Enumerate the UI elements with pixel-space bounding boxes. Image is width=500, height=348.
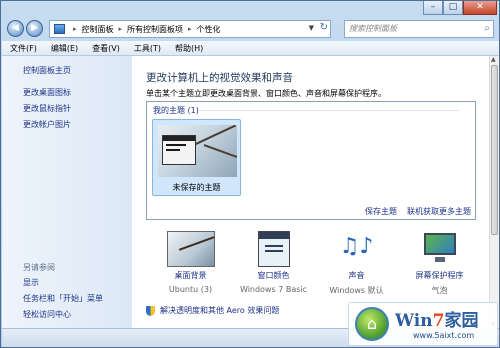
theme-settings-row: 桌面背景 Ubuntu (3) 窗口颜色 Windows 7 Basic ♫♪ … (148, 231, 478, 301)
see-also-heading: 另请参阅 (23, 263, 55, 272)
sidebar-link-account-picture[interactable]: 更改帐户图片 (23, 119, 71, 130)
scroll-up-icon[interactable]: ▲ (491, 56, 496, 63)
forward-button[interactable]: ▶ (26, 20, 43, 37)
theme-list: 我的主题 (1) 未保存的主题 保存主题 联机获取更多主题 (146, 101, 476, 220)
desktop-background-title[interactable]: 桌面背景 (148, 270, 233, 281)
get-more-themes-link[interactable]: 联机获取更多主题 (407, 206, 471, 217)
address-dropdown-icon[interactable]: ▼ (309, 24, 314, 32)
sounds-title[interactable]: 声音 (314, 270, 399, 281)
close-button[interactable]: ✕ (463, 1, 497, 15)
menu-bar: 文件(F) 编辑(E) 查看(V) 工具(T) 帮助(H) (2, 41, 499, 56)
sounds-icon: ♫♪ (339, 234, 374, 259)
menu-file[interactable]: 文件(F) (2, 41, 43, 55)
aero-troubleshoot[interactable]: 解决透明度和其他 Aero 效果问题 (146, 305, 279, 316)
menu-help[interactable]: 帮助(H) (167, 41, 209, 55)
theme-item-label: 未保存的主题 (172, 183, 221, 192)
window-color-icon (257, 231, 290, 267)
scrollbar-thumb[interactable] (491, 65, 498, 235)
menu-edit[interactable]: 编辑(E) (43, 41, 84, 55)
desktop-background-icon (166, 231, 215, 267)
window-color-value: Windows 7 Basic (239, 285, 308, 294)
sounds-setting[interactable]: ♫♪ 声音 Windows 默认 (314, 231, 399, 296)
save-theme-link[interactable]: 保存主题 (365, 206, 397, 217)
window-controls: – □ ✕ (423, 1, 497, 15)
window-color-setting[interactable]: 窗口颜色 Windows 7 Basic (231, 231, 316, 294)
search-icon[interactable]: ⌕ (484, 21, 490, 37)
breadcrumb-separator: ▸ (118, 25, 123, 33)
breadcrumb-separator: ▸ (73, 25, 77, 33)
back-button[interactable]: ◀ (7, 20, 24, 37)
sidebar: 控制面板主页 更改桌面图标 更改鼠标指针 更改帐户图片 另请参阅 显示 任务栏和… (2, 56, 132, 328)
title-bar[interactable]: – □ ✕ (1, 1, 499, 19)
window-color-title[interactable]: 窗口颜色 (231, 270, 316, 281)
breadcrumb-all-items[interactable]: 所有控制面板项 (127, 24, 183, 35)
sidebar-link-home[interactable]: 控制面板主页 (23, 65, 71, 76)
watermark-logo: ⌂ Win7家园 www.5aixt.com (348, 302, 498, 346)
group-divider (200, 110, 460, 111)
desktop-background-setting[interactable]: 桌面背景 Ubuntu (3) (148, 231, 233, 294)
see-also-display[interactable]: 显示 (23, 277, 39, 288)
breadcrumb-separator: ▸ (188, 25, 192, 33)
refresh-icon[interactable]: ↻ (320, 22, 328, 33)
main-content: 更改计算机上的视觉效果和声音 单击某个主题立即更改桌面背景、窗口颜色、声音和屏幕… (132, 56, 489, 328)
menu-view[interactable]: 查看(V) (84, 41, 126, 55)
breadcrumb-personalization[interactable]: 个性化 (197, 24, 221, 35)
desktop-background-value: Ubuntu (3) (168, 285, 213, 294)
search-placeholder: 搜索控制面板 (349, 24, 397, 33)
menu-tools[interactable]: 工具(T) (126, 41, 167, 55)
search-input[interactable]: 搜索控制面板 ⌕ (344, 20, 494, 38)
page-description: 单击某个主题立即更改桌面背景、窗口颜色、声音和屏幕保护程序。 (146, 89, 386, 98)
maximize-button[interactable]: □ (443, 1, 463, 15)
breadcrumb-control-panel[interactable]: 控制面板 (82, 24, 114, 35)
home-logo-icon: ⌂ (355, 307, 389, 341)
aero-troubleshoot-link[interactable]: 解决透明度和其他 Aero 效果问题 (160, 305, 279, 316)
sounds-value: Windows 默认 (329, 286, 384, 295)
my-themes-group-label: 我的主题 (1) (153, 106, 199, 115)
control-panel-icon (54, 24, 65, 34)
screensaver-title[interactable]: 屏幕保护程序 (397, 270, 482, 281)
watermark-brand: Win7家园 (395, 311, 479, 331)
vertical-scrollbar[interactable]: ▲ ▼ (489, 56, 499, 328)
screensaver-value: 气泡 (431, 286, 448, 295)
see-also-taskbar[interactable]: 任务栏和「开始」菜单 (23, 293, 103, 304)
address-row: ◀ ▶ ▸ 控制面板 ▸ 所有控制面板项 ▸ 个性化 ▼ ↻ 搜索控制面板 ⌕ (3, 18, 497, 40)
address-bar[interactable]: ▸ 控制面板 ▸ 所有控制面板项 ▸ 个性化 ▼ ↻ (49, 20, 331, 38)
control-panel-window: – □ ✕ ◀ ▶ ▸ 控制面板 ▸ 所有控制面板项 ▸ 个性化 ▼ ↻ 搜索控… (0, 0, 500, 348)
minimize-button[interactable]: – (423, 1, 443, 15)
theme-item-unsaved[interactable]: 未保存的主题 (152, 119, 241, 196)
theme-thumbnail (158, 125, 237, 177)
sidebar-link-mouse-pointers[interactable]: 更改鼠标指针 (23, 103, 71, 114)
see-also-ease-of-access[interactable]: 轻松访问中心 (23, 309, 71, 320)
page-title: 更改计算机上的视觉效果和声音 (146, 72, 293, 84)
watermark-site: www.5aixt.com (413, 331, 475, 340)
shield-icon (146, 305, 155, 316)
sidebar-link-desktop-icons[interactable]: 更改桌面图标 (23, 87, 71, 98)
screensaver-icon (420, 231, 460, 267)
screensaver-setting[interactable]: 屏幕保护程序 气泡 (397, 231, 482, 296)
